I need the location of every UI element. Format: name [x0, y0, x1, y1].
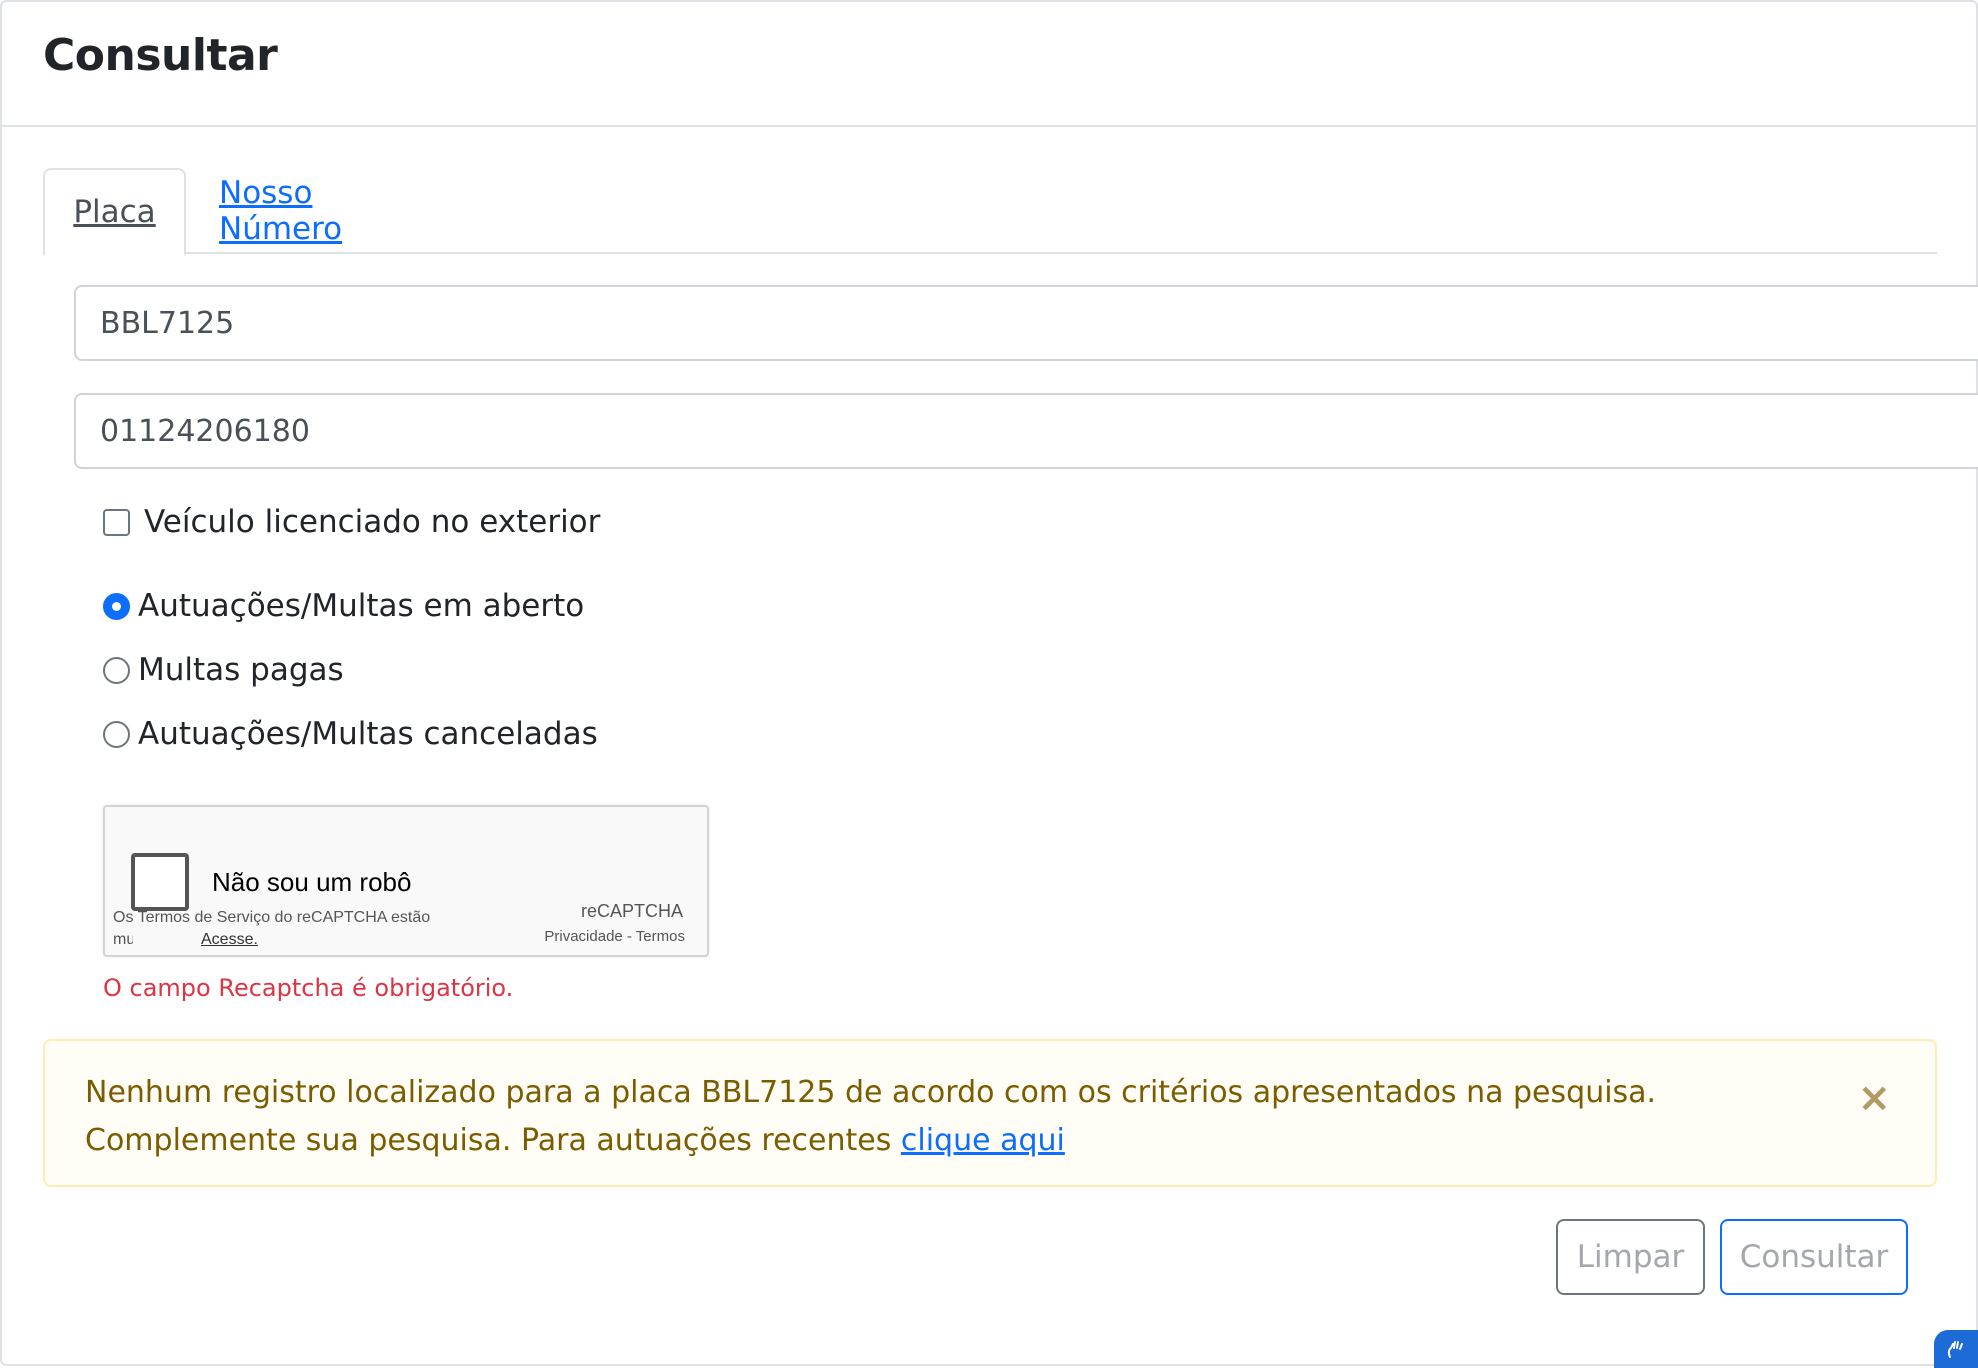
- document-input[interactable]: 01124206180: [74, 393, 1978, 469]
- alert-message: Nenhum registro localizado para a placa …: [85, 1069, 1805, 1165]
- foreign-vehicle-checkbox[interactable]: [103, 508, 130, 536]
- foreign-vehicle-label: Veículo licenciado no exterior: [144, 504, 601, 540]
- clear-button[interactable]: Limpar: [1556, 1219, 1705, 1295]
- consult-card: Consultar Placa Nosso Número BBL7125 011…: [0, 0, 1978, 1366]
- recaptcha-privacy-terms-links[interactable]: Privacidade - Termos: [544, 928, 685, 945]
- recaptcha-error-message: O campo Recaptcha é obrigatório.: [103, 974, 514, 1002]
- hand-sign-icon[interactable]: [1934, 1330, 1978, 1368]
- submit-button[interactable]: Consultar: [1720, 1219, 1908, 1295]
- radio-paid[interactable]: [103, 656, 130, 684]
- plate-input[interactable]: BBL7125: [74, 285, 1978, 361]
- radio-open-label: Autuações/Multas em aberto: [138, 588, 585, 624]
- radio-option-paid[interactable]: Multas pagas: [103, 652, 344, 688]
- radio-open[interactable]: [103, 592, 130, 620]
- recaptcha-checkbox[interactable]: [131, 853, 189, 911]
- tab-placa[interactable]: Placa: [43, 168, 186, 256]
- recaptcha-widget: Não sou um robô reCAPTCHA Privacidade - …: [103, 805, 709, 957]
- foreign-vehicle-option[interactable]: Veículo licenciado no exterior: [103, 504, 600, 540]
- radio-option-open[interactable]: Autuações/Multas em aberto: [103, 588, 584, 624]
- recent-violations-link[interactable]: clique aqui: [901, 1123, 1065, 1158]
- card-header: Consultar: [2, 2, 1976, 127]
- radio-cancelled-label: Autuações/Multas canceladas: [138, 716, 598, 752]
- page-title: Consultar: [43, 30, 278, 81]
- recaptcha-terms-line1: Os Termos de Serviço do reCAPTCHA estão: [113, 909, 431, 926]
- alert-message-text: Nenhum registro localizado para a placa …: [85, 1075, 1657, 1158]
- hand-sign-icon-svg: [1947, 1341, 1963, 1358]
- recaptcha-terms-link[interactable]: Acesse.: [201, 929, 258, 951]
- close-icon[interactable]: ×: [1857, 1075, 1891, 1121]
- recaptcha-terms-notice: Os Termos de Serviço do reCAPTCHA estão …: [113, 907, 493, 951]
- recaptcha-brand: reCAPTCHA: [580, 901, 683, 921]
- radio-cancelled[interactable]: [103, 720, 130, 748]
- radio-option-cancelled[interactable]: Autuações/Multas canceladas: [103, 716, 598, 752]
- recaptcha-label: Não sou um robô: [212, 867, 412, 897]
- recaptcha-terms-line2: mudaram.: [113, 931, 133, 948]
- radio-paid-label: Multas pagas: [138, 652, 344, 688]
- tab-nosso-numero[interactable]: Nosso Número: [219, 168, 439, 254]
- no-records-alert: Nenhum registro localizado para a placa …: [43, 1039, 1937, 1187]
- tab-bar: Placa Nosso Número: [43, 168, 1937, 256]
